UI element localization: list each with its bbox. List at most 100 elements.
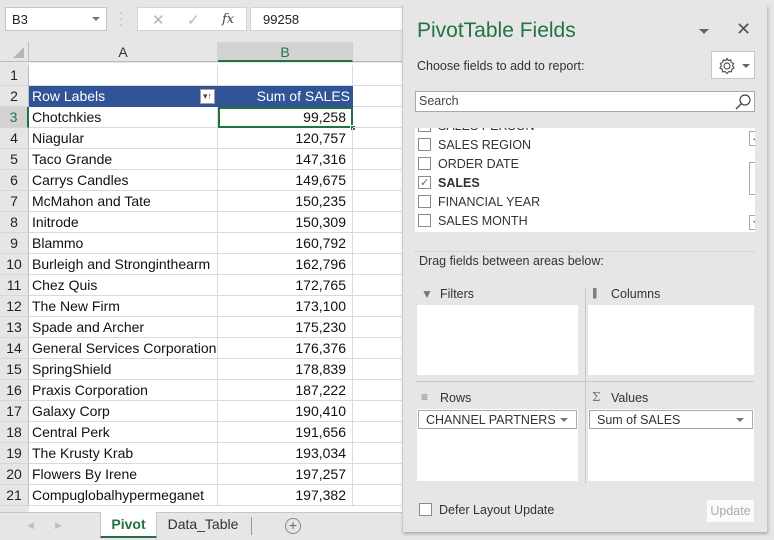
- cell[interactable]: [353, 464, 402, 485]
- row-header[interactable]: 8: [0, 212, 29, 233]
- cell[interactable]: [353, 170, 402, 191]
- scroll-thumb[interactable]: [749, 162, 755, 195]
- scroll-up-button[interactable]: [749, 131, 755, 146]
- select-all-button[interactable]: [0, 42, 29, 62]
- search-icon[interactable]: [734, 93, 752, 111]
- values-field-sum-of-sales[interactable]: Sum of SALES: [589, 410, 753, 429]
- cell[interactable]: [353, 443, 402, 464]
- row-label-cell[interactable]: Chez Quis: [29, 275, 218, 296]
- row-header[interactable]: 12: [0, 296, 29, 317]
- row-label-cell[interactable]: SpringShield: [29, 359, 218, 380]
- values-drop-area[interactable]: Sum of SALES: [588, 409, 754, 481]
- row-label-cell[interactable]: Initrode: [29, 212, 218, 233]
- cell[interactable]: [353, 65, 402, 86]
- prev-sheet-icon[interactable]: ◀: [27, 520, 34, 531]
- sales-value-cell[interactable]: 197,257: [218, 464, 353, 485]
- cell[interactable]: [218, 65, 353, 86]
- row-header[interactable]: 5: [0, 149, 29, 170]
- row-header[interactable]: 14: [0, 338, 29, 359]
- row-label-cell[interactable]: Spade and Archer: [29, 317, 218, 338]
- sales-value-cell[interactable]: 173,100: [218, 296, 353, 317]
- field-checkbox[interactable]: [418, 128, 431, 133]
- row-header[interactable]: 20: [0, 464, 29, 485]
- row-header[interactable]: 2: [0, 86, 29, 107]
- row-labels-header[interactable]: Row Labels ▾↑: [29, 86, 218, 107]
- field-list-scrollbar[interactable]: [749, 128, 755, 232]
- sales-value-cell[interactable]: 172,765: [218, 275, 353, 296]
- row-header[interactable]: 17: [0, 401, 29, 422]
- scroll-down-button[interactable]: [749, 215, 755, 230]
- row-header[interactable]: 13: [0, 317, 29, 338]
- row-header[interactable]: 15: [0, 359, 29, 380]
- sales-value-cell[interactable]: 191,656: [218, 422, 353, 443]
- field-item[interactable]: SALES PERSON: [418, 128, 535, 136]
- cancel-icon[interactable]: ✕: [152, 11, 165, 29]
- row-label-cell[interactable]: Flowers By Irene: [29, 464, 218, 485]
- field-item[interactable]: SALES REGION: [418, 136, 531, 155]
- cell[interactable]: [353, 485, 402, 506]
- filters-drop-area[interactable]: [417, 305, 578, 375]
- cell[interactable]: [353, 275, 402, 296]
- field-checkbox[interactable]: [418, 195, 431, 209]
- row-label-cell[interactable]: The Krusty Krab: [29, 443, 218, 464]
- field-checkbox[interactable]: [418, 214, 431, 228]
- chevron-down-icon[interactable]: [92, 17, 100, 21]
- field-item[interactable]: SALES MONTH: [418, 212, 528, 231]
- sales-value-cell[interactable]: 162,796: [218, 254, 353, 275]
- field-item[interactable]: FINANCIAL YEAR: [418, 193, 540, 212]
- row-label-cell[interactable]: Niagular: [29, 128, 218, 149]
- column-header-c[interactable]: [353, 42, 402, 62]
- drag-handle-icon[interactable]: · · ·: [119, 6, 123, 31]
- row-header[interactable]: 18: [0, 422, 29, 443]
- row-label-cell[interactable]: Central Perk: [29, 422, 218, 443]
- row-header[interactable]: 1: [0, 65, 29, 86]
- cell[interactable]: [353, 359, 402, 380]
- field-checkbox[interactable]: [418, 157, 431, 171]
- cell[interactable]: [353, 317, 402, 338]
- row-label-cell[interactable]: McMahon and Tate: [29, 191, 218, 212]
- column-header-a[interactable]: A: [29, 42, 218, 62]
- chevron-down-icon[interactable]: [736, 418, 744, 422]
- rows-field-channel-partners[interactable]: CHANNEL PARTNERS: [418, 410, 577, 429]
- sales-value-cell[interactable]: 178,839: [218, 359, 353, 380]
- sales-value-cell[interactable]: 193,034: [218, 443, 353, 464]
- chevron-down-icon[interactable]: [560, 418, 568, 422]
- tools-button[interactable]: [711, 51, 755, 79]
- field-item[interactable]: ✓ SALES: [418, 174, 480, 193]
- tab-data-table[interactable]: Data_Table: [160, 512, 246, 538]
- cell[interactable]: [353, 107, 402, 128]
- sales-value-cell[interactable]: 187,222: [218, 380, 353, 401]
- sales-value-cell[interactable]: 99,258: [218, 107, 356, 131]
- pane-options-dropdown-icon[interactable]: [699, 29, 709, 34]
- cell[interactable]: [353, 86, 402, 107]
- sales-value-cell[interactable]: 160,792: [218, 233, 353, 254]
- row-header[interactable]: 11: [0, 275, 29, 296]
- row-header[interactable]: 21: [0, 485, 29, 506]
- insert-function-icon[interactable]: fx: [222, 12, 234, 27]
- field-checkbox[interactable]: ✓: [418, 176, 431, 190]
- next-sheet-icon[interactable]: ▶: [55, 520, 62, 531]
- cell[interactable]: [353, 128, 402, 149]
- row-header[interactable]: 3: [0, 107, 29, 128]
- tab-pivot[interactable]: Pivot: [100, 512, 157, 538]
- cell[interactable]: [29, 65, 218, 86]
- cell[interactable]: [353, 149, 402, 170]
- column-header-b[interactable]: B: [218, 42, 353, 62]
- update-button[interactable]: Update: [707, 500, 754, 522]
- row-label-cell[interactable]: Carrys Candles: [29, 170, 218, 191]
- row-label-cell[interactable]: Galaxy Corp: [29, 401, 218, 422]
- row-header[interactable]: 7: [0, 191, 29, 212]
- cell[interactable]: [353, 401, 402, 422]
- row-label-cell[interactable]: Taco Grande: [29, 149, 218, 170]
- row-label-cell[interactable]: Blammo: [29, 233, 218, 254]
- enter-icon[interactable]: ✓: [187, 11, 200, 29]
- formula-input[interactable]: 99258: [250, 7, 410, 31]
- defer-layout-checkbox[interactable]: [419, 503, 432, 517]
- field-search-input[interactable]: Search: [415, 91, 755, 112]
- add-sheet-icon[interactable]: +: [285, 518, 301, 534]
- cell[interactable]: [353, 233, 402, 254]
- row-label-cell[interactable]: Chotchkies: [29, 107, 218, 128]
- row-label-cell[interactable]: Compuglobalhypermeganet: [29, 485, 218, 506]
- cell[interactable]: [353, 380, 402, 401]
- sales-value-cell[interactable]: 150,235: [218, 191, 353, 212]
